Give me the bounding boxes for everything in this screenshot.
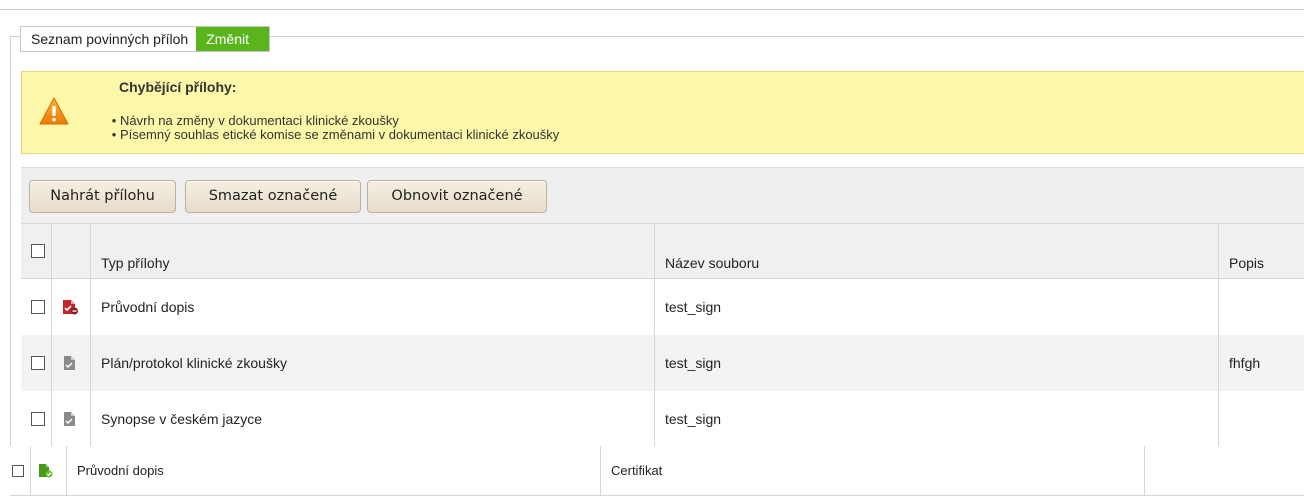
row-description: fhfgh [1229,355,1261,371]
signed-document-green-icon[interactable] [38,463,53,478]
table-row[interactable]: Plán/protokol klinické zkoušky test_sign… [21,335,1304,391]
row-checkbox[interactable] [31,412,45,426]
list-item: Návrh na změny v dokumentaci klinické zk… [108,114,559,128]
row-checkbox[interactable] [12,464,24,477]
signed-document-red-icon[interactable] [62,299,78,315]
change-button[interactable]: Změnit [196,27,269,51]
row-checkbox[interactable] [31,356,45,370]
row-type: Plán/protokol klinické zkoušky [101,355,287,371]
toolbar: Nahrát přílohu Smazat označené Obnovit o… [21,167,1304,223]
missing-attachments-list: Návrh na změny v dokumentaci klinické zk… [108,114,559,142]
signed-document-gray-icon[interactable] [63,411,77,427]
row-checkbox[interactable] [31,300,45,314]
warning-title: Chybějící přílohy: [119,79,237,95]
upload-attachment-button[interactable]: Nahrát přílohu [29,180,176,213]
warning-icon [39,97,69,125]
row-filename[interactable]: Certifikat [611,446,662,495]
list-item: Písemný souhlas etické komise se změnami… [108,128,559,142]
row-type: Synopse v českém jazyce [101,411,263,427]
table-header: Typ přílohy Název souboru Popis [21,223,1304,279]
select-all-checkbox[interactable] [31,244,45,258]
table-row[interactable]: Synopse v českém jazyce test_sign [21,391,1304,447]
missing-attachments-warning: Chybějící přílohy: Návrh na změny v doku… [21,71,1304,154]
section-title: Seznam povinných příloh [31,31,189,47]
table-row[interactable]: Průvodní dopis test_sign [21,279,1304,335]
row-filename[interactable]: test_sign [665,391,721,447]
signed-document-gray-icon[interactable] [63,355,77,371]
restore-selected-button[interactable]: Obnovit označené [367,180,547,213]
section-legend: Seznam povinných příloh Změnit [20,26,270,52]
top-divider [0,9,1304,10]
delete-selected-button[interactable]: Smazat označené [185,180,361,213]
row-type: Průvodní dopis [77,463,164,478]
table-row[interactable]: Průvodní dopis Certifikat [10,446,1304,496]
row-type: Průvodní dopis [101,299,195,315]
row-filename[interactable]: test_sign [665,335,721,391]
row-filename[interactable]: test_sign [665,279,721,335]
